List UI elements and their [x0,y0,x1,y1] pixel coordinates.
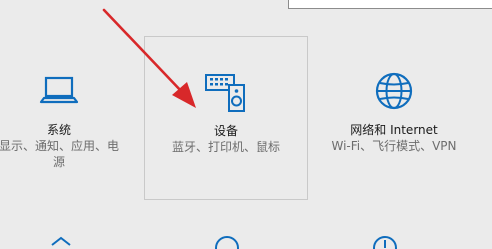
tile-description: 蓝牙、打印机、鼠标 [171,140,280,154]
tile-system[interactable]: 系统 显示、通知、应用、电 源 [0,36,134,200]
laptop-icon [37,69,81,113]
time-language-icon[interactable] [372,235,398,249]
tile-title: 网络和 Internet [350,123,438,137]
tile-description: 显示、通知、应用、电 源 [0,139,119,169]
personalization-icon[interactable] [48,235,74,249]
devices-icon [204,70,248,114]
search-box[interactable] [288,0,492,9]
tile-title: 设备 [213,124,238,138]
tile-network[interactable]: 网络和 Internet Wi-Fi、飞行模式、VPN [314,36,474,200]
tile-devices[interactable]: 设备 蓝牙、打印机、鼠标 [144,36,308,200]
tile-title: 系统 [46,123,71,137]
accounts-icon[interactable] [214,235,240,249]
globe-icon [372,69,416,113]
tile-description: Wi-Fi、飞行模式、VPN [331,139,457,153]
